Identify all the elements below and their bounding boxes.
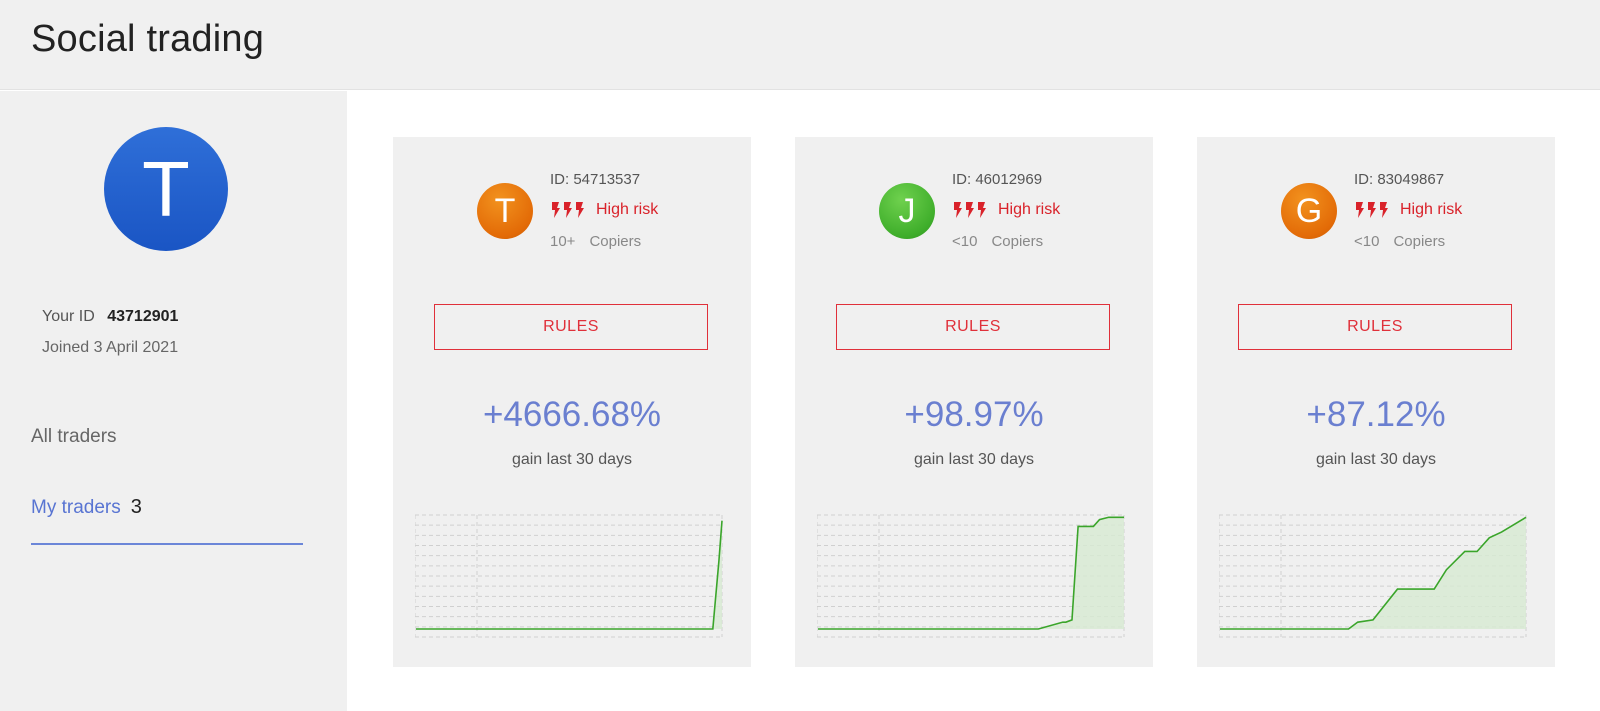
risk-label: High risk [596, 201, 659, 218]
gain-value: +87.12% [1306, 395, 1446, 434]
trader-card: G ID: 83049867 High risk <10 Copiers RULE… [1197, 137, 1555, 667]
high-risk-icon [1356, 202, 1388, 218]
chart-area [1220, 517, 1526, 629]
user-avatar: T [104, 127, 228, 251]
copiers-count: <10 [1354, 233, 1380, 250]
trader-id: ID: 46012969 [952, 171, 1043, 188]
copiers-count: <10 [952, 233, 978, 250]
chart-area [416, 520, 722, 629]
copiers-info: <10 Copiers [952, 233, 1043, 250]
copiers-count: 10+ [550, 233, 576, 250]
user-id-row: Your ID 43712901 [42, 308, 178, 326]
performance-chart [817, 514, 1125, 638]
risk-label: High risk [1400, 201, 1463, 218]
copiers-info: <10 Copiers [1354, 233, 1445, 250]
nav-my-traders[interactable]: My traders 3 [31, 496, 142, 519]
rules-button[interactable]: RULES [1238, 304, 1512, 350]
nav-active-underline [31, 543, 303, 545]
copiers-label: Copiers [589, 233, 642, 250]
trader-avatar: T [477, 183, 533, 239]
user-id-label: Your ID [42, 308, 95, 325]
risk-indicator: High risk [1354, 201, 1462, 219]
gain-label: gain last 30 days [913, 451, 1035, 468]
trader-card: J ID: 46012969 High risk <10 Copiers RULE… [795, 137, 1153, 667]
page-title: Social trading [31, 18, 265, 60]
rules-button[interactable]: RULES [836, 304, 1110, 350]
user-id-value: 43712901 [107, 308, 179, 325]
joined-date: Joined 3 April 2021 [42, 339, 179, 356]
chart-series-line [416, 520, 723, 630]
rules-button[interactable]: RULES [434, 304, 708, 350]
copiers-label: Copiers [1393, 233, 1446, 250]
gain-label: gain last 30 days [1315, 451, 1437, 468]
gain-value: +98.97% [904, 395, 1044, 434]
risk-indicator: High risk [550, 201, 658, 219]
copiers-label: Copiers [991, 233, 1044, 250]
performance-chart [415, 514, 723, 638]
trader-id: ID: 83049867 [1354, 171, 1445, 188]
nav-my-traders-count: 3 [130, 496, 142, 518]
nav-all-traders[interactable]: All traders [31, 426, 117, 448]
trader-avatar: J [879, 183, 935, 239]
nav-my-traders-label: My traders [31, 497, 121, 518]
trader-card: T ID: 54713537 High risk 10+ Copiers RULE… [393, 137, 751, 667]
sidebar: T Your ID 43712901 Joined 3 April 2021 A… [0, 91, 347, 711]
gain-label: gain last 30 days [511, 451, 633, 468]
trader-avatar: G [1281, 183, 1337, 239]
performance-chart [1219, 514, 1527, 638]
high-risk-icon [954, 202, 986, 218]
high-risk-icon [552, 202, 584, 218]
copiers-info: 10+ Copiers [550, 233, 641, 250]
risk-indicator: High risk [952, 201, 1060, 219]
gain-value: +4666.68% [482, 395, 662, 434]
risk-label: High risk [998, 201, 1061, 218]
trader-id: ID: 54713537 [550, 171, 641, 188]
page-header: Social trading [0, 0, 1600, 90]
